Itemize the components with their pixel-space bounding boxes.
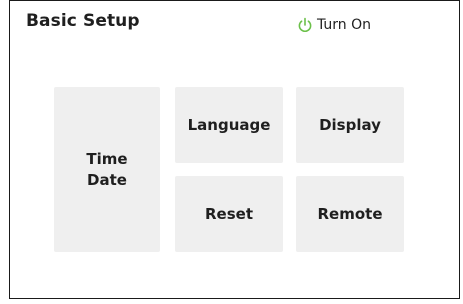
display-button[interactable]: Display — [296, 87, 404, 163]
turn-on-label: Turn On — [317, 17, 372, 33]
date-label: Date — [87, 170, 127, 189]
reset-label: Reset — [205, 205, 253, 223]
remote-button[interactable]: Remote — [296, 176, 404, 252]
page-title: Basic Setup — [26, 11, 140, 31]
time-label: Time — [86, 149, 128, 168]
turn-on-button[interactable]: Turn On — [297, 17, 371, 33]
display-label: Display — [319, 116, 381, 134]
remote-label: Remote — [317, 205, 383, 223]
power-icon — [297, 17, 313, 33]
language-label: Language — [187, 116, 271, 134]
language-button[interactable]: Language — [175, 87, 283, 163]
basic-setup-panel: Basic Setup Turn On Time Date Language D… — [9, 0, 460, 299]
time-date-button[interactable]: Time Date — [54, 87, 160, 252]
reset-button[interactable]: Reset — [175, 176, 283, 252]
